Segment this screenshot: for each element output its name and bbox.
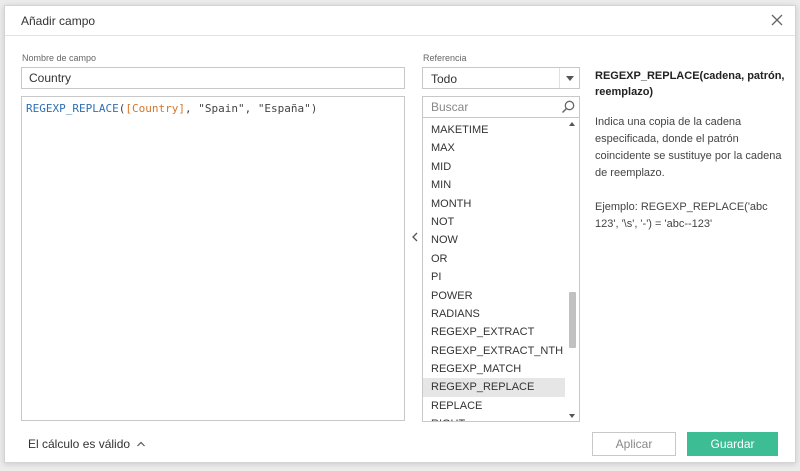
function-help-panel: REGEXP_REPLACE(cadena, patrón, reemplazo…: [595, 68, 785, 233]
formula-token-field: [Country]: [125, 102, 185, 115]
collapse-panel-button[interactable]: [408, 230, 422, 244]
formula-token-punc: ,: [244, 102, 258, 115]
formula-token-str: "Spain": [198, 102, 245, 115]
close-icon: [771, 14, 783, 26]
chevron-left-icon: [412, 232, 418, 242]
scroll-up-button[interactable]: [565, 118, 579, 130]
function-list-item[interactable]: MAX: [423, 139, 566, 157]
function-list-item[interactable]: MONTH: [423, 195, 566, 213]
scroll-up-icon: [569, 122, 575, 126]
reference-category-select[interactable]: Todo: [422, 67, 580, 89]
function-list-item[interactable]: RADIANS: [423, 305, 566, 323]
chevron-up-icon: [137, 441, 145, 447]
function-list-items: MAKETIME MAX MID MIN MONTH NOT NOW OR PI POWER RAD…: [423, 121, 566, 421]
formula-token-punc: ): [310, 102, 318, 115]
dialog-title: Añadir campo: [21, 14, 96, 28]
chevron-down-icon: [566, 76, 574, 81]
function-list-item[interactable]: OR: [423, 250, 566, 268]
formula-token-str: "España": [257, 102, 311, 115]
save-button[interactable]: Guardar: [687, 432, 778, 456]
formula-token-func: REGEXP_REPLACE: [26, 102, 119, 115]
reference-category-value: Todo: [431, 72, 458, 86]
search-icon[interactable]: [560, 99, 576, 115]
function-list-scrollbar[interactable]: [565, 118, 579, 421]
function-example: Ejemplo: REGEXP_REPLACE('abc 123', '\s',…: [595, 201, 768, 230]
scroll-down-icon: [569, 414, 575, 418]
function-list-item[interactable]: RIGHT: [423, 415, 566, 421]
function-description: Indica una copia de la cadena especifica…: [595, 116, 782, 179]
function-list-item[interactable]: REGEXP_EXTRACT_NTH: [423, 342, 566, 360]
function-list-item[interactable]: MAKETIME: [423, 121, 566, 139]
function-list-item[interactable]: NOT: [423, 213, 566, 231]
dropdown-arrow: [559, 68, 579, 88]
function-search[interactable]: [422, 96, 580, 118]
formula-token-punc: ,: [184, 102, 199, 115]
function-signature: REGEXP_REPLACE(cadena, patrón, reemplazo…: [595, 70, 785, 98]
scroll-down-button[interactable]: [565, 410, 579, 421]
function-list-item[interactable]: REPLACE: [423, 397, 566, 415]
dialog-titlebar: Añadir campo: [5, 6, 795, 36]
validation-status-text: El cálculo es válido: [28, 437, 131, 451]
validation-status[interactable]: El cálculo es válido: [28, 437, 147, 451]
apply-button[interactable]: Aplicar: [592, 432, 676, 456]
function-list-item[interactable]: MID: [423, 158, 566, 176]
function-list-item[interactable]: REGEXP_MATCH: [423, 360, 566, 378]
function-list-item[interactable]: REGEXP_REPLACE: [423, 378, 566, 397]
function-list-item[interactable]: MIN: [423, 176, 566, 194]
scroll-thumb[interactable]: [569, 292, 576, 348]
function-list-item[interactable]: REGEXP_EXTRACT: [423, 323, 566, 341]
formula-editor[interactable]: REGEXP_REPLACE([Country], "Spain", "Espa…: [21, 96, 405, 421]
field-name-label: Nombre de campo: [22, 53, 97, 63]
close-button[interactable]: [767, 10, 787, 30]
function-list: MAKETIME MAX MID MIN MONTH NOT NOW OR PI POWER RAD…: [422, 118, 580, 422]
function-list-item[interactable]: PI: [423, 268, 566, 286]
field-name-input[interactable]: [21, 67, 405, 89]
reference-label: Referencia: [423, 53, 467, 63]
function-list-item[interactable]: NOW: [423, 231, 566, 249]
function-search-input[interactable]: [423, 97, 558, 117]
add-field-dialog: Añadir campo Nombre de campo REGEXP_REPL…: [4, 5, 796, 463]
function-list-item[interactable]: POWER: [423, 287, 566, 305]
